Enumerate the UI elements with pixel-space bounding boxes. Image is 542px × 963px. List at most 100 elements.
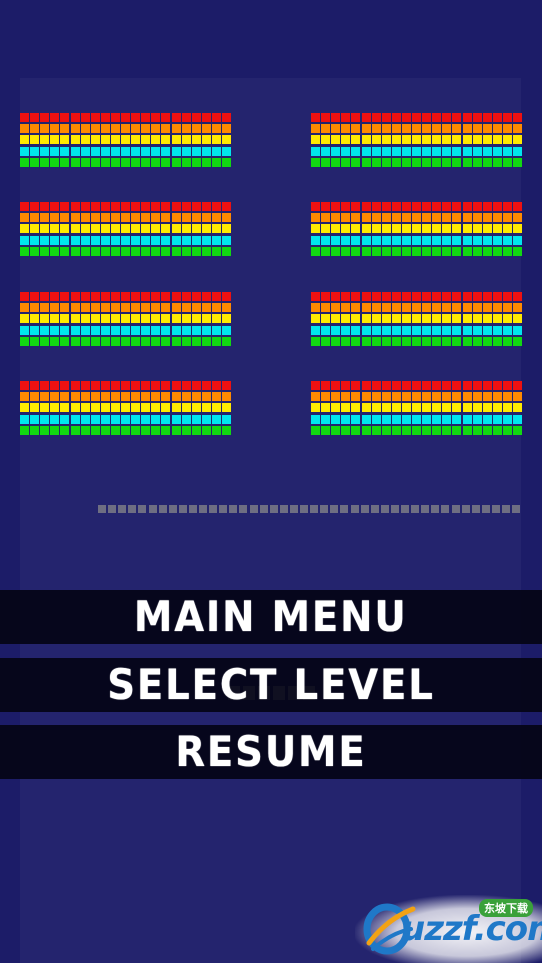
brick xyxy=(40,246,50,256)
brick xyxy=(502,135,512,145)
brick xyxy=(60,292,70,301)
select-level-button[interactable]: SELECT LEVEL xyxy=(0,658,542,712)
brick xyxy=(222,292,231,301)
brick xyxy=(20,224,29,234)
brick xyxy=(371,414,381,424)
brick xyxy=(131,113,141,122)
brick xyxy=(110,235,120,245)
brick xyxy=(50,202,60,211)
brick xyxy=(482,425,492,435)
brick xyxy=(110,202,120,211)
brick xyxy=(361,246,371,256)
brick xyxy=(412,124,421,134)
brick xyxy=(70,135,80,145)
brick xyxy=(321,135,331,145)
ground-segment xyxy=(512,505,521,513)
brick xyxy=(371,113,381,122)
brick xyxy=(462,235,472,245)
brick xyxy=(30,336,40,346)
brick xyxy=(472,135,482,145)
brick xyxy=(222,224,231,234)
brick xyxy=(492,414,502,424)
brick xyxy=(222,403,231,413)
brick xyxy=(90,135,100,145)
brick xyxy=(351,146,361,156)
brick xyxy=(412,246,421,256)
brick xyxy=(70,314,80,324)
ground-segment xyxy=(259,505,268,513)
brick xyxy=(161,146,171,156)
brick xyxy=(432,403,442,413)
brick xyxy=(492,235,502,245)
brick xyxy=(462,135,472,145)
brick xyxy=(452,146,462,156)
brick xyxy=(161,292,171,301)
brick xyxy=(141,157,151,167)
brick xyxy=(432,213,442,223)
brick xyxy=(60,403,70,413)
brick xyxy=(222,303,231,313)
brick xyxy=(20,235,29,245)
brick xyxy=(141,146,151,156)
brick xyxy=(331,135,341,145)
brick xyxy=(513,235,522,245)
brick xyxy=(222,235,231,245)
brick xyxy=(222,381,231,390)
brick xyxy=(110,303,120,313)
brick xyxy=(161,157,171,167)
brick xyxy=(100,392,110,402)
brick xyxy=(201,336,211,346)
brick xyxy=(161,224,171,234)
brick xyxy=(110,157,120,167)
brick xyxy=(30,113,40,122)
brick xyxy=(110,425,120,435)
brick xyxy=(70,325,80,335)
brick xyxy=(462,124,472,134)
brick xyxy=(361,292,371,301)
brick xyxy=(462,157,472,167)
brick xyxy=(181,213,191,223)
brick xyxy=(442,303,452,313)
brick xyxy=(80,113,90,122)
brick xyxy=(422,235,432,245)
main-menu-button[interactable]: MAIN MENU xyxy=(0,590,542,644)
brick xyxy=(121,235,130,245)
brick xyxy=(131,403,141,413)
brick xyxy=(381,403,391,413)
brick xyxy=(141,303,151,313)
brick xyxy=(191,381,201,390)
brick xyxy=(100,202,110,211)
brick xyxy=(191,425,201,435)
brick xyxy=(452,124,462,134)
brick xyxy=(211,146,221,156)
brick xyxy=(70,246,80,256)
brick xyxy=(60,314,70,324)
brick xyxy=(492,213,502,223)
brick xyxy=(513,303,522,313)
brick xyxy=(40,224,50,234)
brick xyxy=(151,392,161,402)
brick xyxy=(40,292,50,301)
brick xyxy=(401,146,411,156)
brick xyxy=(90,392,100,402)
brick xyxy=(121,113,130,122)
brick xyxy=(60,246,70,256)
brick xyxy=(482,303,492,313)
brick xyxy=(201,213,211,223)
brick xyxy=(201,235,211,245)
brick xyxy=(412,414,421,424)
brick xyxy=(452,135,462,145)
brick xyxy=(401,403,411,413)
brick xyxy=(492,381,502,390)
brick xyxy=(60,224,70,234)
brick xyxy=(412,235,421,245)
brick xyxy=(351,292,361,301)
brick xyxy=(131,235,141,245)
brick xyxy=(211,414,221,424)
brick xyxy=(40,213,50,223)
brick xyxy=(90,124,100,134)
brick xyxy=(513,392,522,402)
resume-button[interactable]: RESUME xyxy=(0,725,542,779)
brick xyxy=(391,292,401,301)
brick xyxy=(60,135,70,145)
